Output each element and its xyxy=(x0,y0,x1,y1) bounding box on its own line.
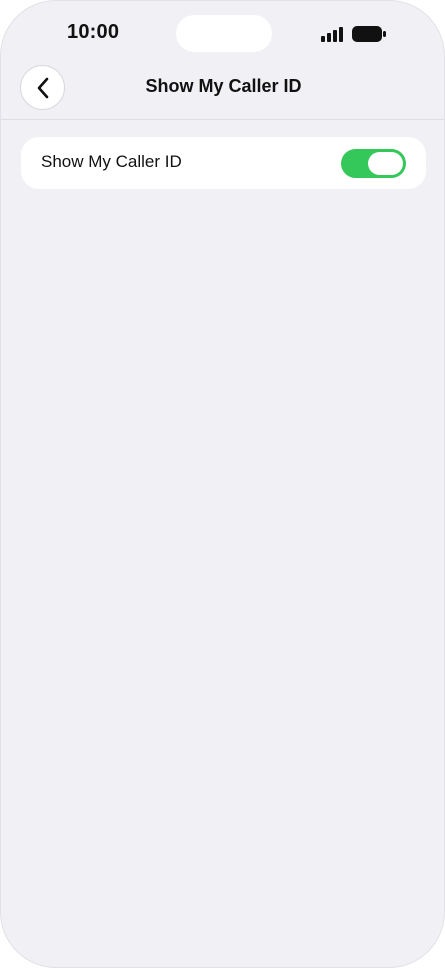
caller-id-settings-card: Show My Caller ID xyxy=(21,137,426,189)
cellular-signal-icon xyxy=(321,27,343,42)
page-title: Show My Caller ID xyxy=(145,76,302,96)
navigation-bar: Show My Caller ID xyxy=(1,65,444,120)
dynamic-island xyxy=(176,15,272,52)
phone-screen: 10:00 Show My Caller ID Show My Caller I… xyxy=(0,0,445,968)
battery-icon xyxy=(352,26,386,42)
status-time: 10:00 xyxy=(67,21,120,43)
show-caller-id-label: Show My Caller ID xyxy=(41,152,182,171)
status-bar: 10:00 xyxy=(1,1,444,65)
toggle-knob xyxy=(368,152,403,175)
show-caller-id-toggle[interactable] xyxy=(341,149,406,178)
